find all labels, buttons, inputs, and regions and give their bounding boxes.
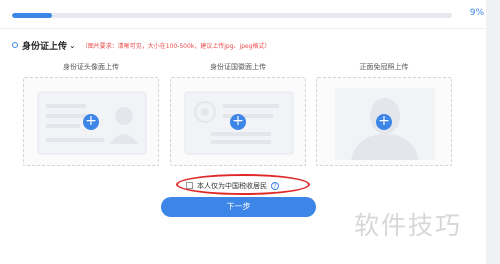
plus-icon[interactable]: + (376, 113, 392, 130)
bullet-circle-icon (12, 42, 18, 48)
card-label-front: 身份证头像面上传 (63, 63, 119, 71)
section-title: 身份证上传 (22, 41, 68, 52)
plus-icon[interactable]: + (83, 113, 99, 130)
card-label-emblem: 身份证国徽面上传 (210, 63, 266, 71)
resident-checkbox-label[interactable]: 本人仅为中国税收居民 (197, 181, 267, 191)
progress-bar (12, 13, 452, 18)
divider (0, 28, 486, 29)
upload-card-portrait[interactable]: + (316, 77, 452, 166)
question-icon[interactable]: ? (271, 181, 279, 190)
section-header[interactable]: 身份证上传 ⌄ （图片要求：清晰可见，大小在100-500k，建议上传jpg、j… (12, 38, 271, 52)
resident-checkbox-row[interactable]: 本人仅为中国税收居民 ? (186, 180, 279, 191)
watermark: 软件技巧 (354, 211, 463, 240)
upload-card-emblem[interactable]: + (170, 77, 306, 166)
progress-row: 9% (12, 8, 484, 22)
scroll-gutter (486, 0, 500, 264)
progress-percent: 9% (469, 8, 484, 18)
card-label-portrait: 正面免冠照上传 (359, 63, 409, 71)
progress-fill (12, 13, 52, 18)
requirement-note: （图片要求：清晰可见，大小在100-500k，建议上传jpg、jpeg格式） (81, 42, 271, 50)
resident-checkbox[interactable] (186, 182, 193, 189)
chevron-down-icon[interactable]: ⌄ (69, 41, 76, 50)
upload-card-front[interactable]: + (23, 77, 159, 166)
next-button[interactable]: 下一步 (161, 197, 316, 217)
plus-icon[interactable]: + (230, 113, 246, 130)
